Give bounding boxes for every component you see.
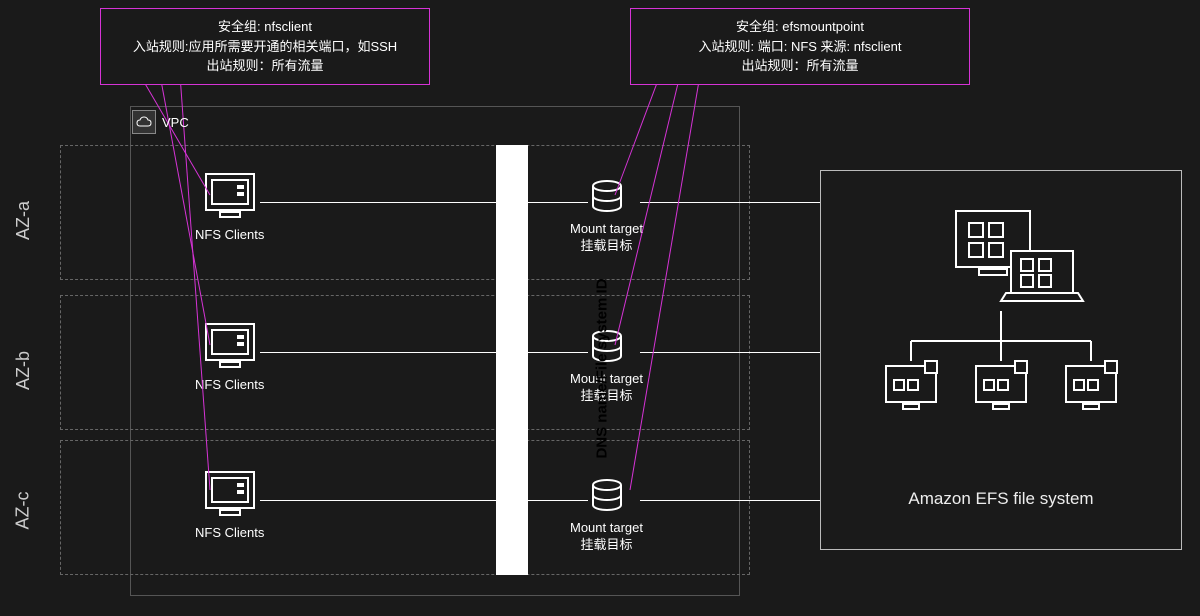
az-label-a: AZ-a xyxy=(13,201,34,240)
mount-target-a: Mount target 挂载目标 xyxy=(570,178,643,255)
callout-line: 安全组: nfsclient xyxy=(117,17,413,37)
callout-efsmountpoint: 安全组: efsmountpoint 入站规则: 端口: NFS 来源: nfs… xyxy=(630,8,970,85)
callout-nfsclient: 安全组: nfsclient 入站规则:应用所需要开通的相关端口，如SSH 出站… xyxy=(100,8,430,85)
cloud-icon xyxy=(132,110,156,134)
efs-filesystem-icon xyxy=(861,201,1141,441)
callout-line: 出站规则：所有流量 xyxy=(647,56,953,76)
az-label-c: AZ-c xyxy=(13,492,34,530)
dns-label: DNS name/File system ID xyxy=(594,278,611,458)
line-mt-efs-b xyxy=(640,352,820,353)
efs-box: Amazon EFS file system xyxy=(820,170,1182,550)
vpc-text: VPC xyxy=(162,115,189,130)
az-box-c xyxy=(60,440,750,575)
callout-line: 出站规则：所有流量 xyxy=(117,56,413,76)
database-icon xyxy=(570,477,643,520)
line-client-dns-a xyxy=(260,202,496,203)
nfs-client-b: NFS Clients xyxy=(195,322,264,392)
mount-target-label: Mount target xyxy=(570,520,643,537)
computer-icon xyxy=(195,322,264,375)
callout-line: 安全组: efsmountpoint xyxy=(647,17,953,37)
mount-target-c: Mount target 挂载目标 xyxy=(570,477,643,554)
nfs-client-label: NFS Clients xyxy=(195,525,264,540)
mount-target-sublabel: 挂载目标 xyxy=(570,537,643,554)
dns-bar xyxy=(496,145,528,575)
nfs-client-label: NFS Clients xyxy=(195,227,264,242)
vpc-label: VPC xyxy=(132,110,189,134)
line-client-dns-c xyxy=(260,500,496,501)
database-icon xyxy=(570,178,643,221)
computer-icon xyxy=(195,470,264,523)
callout-line: 入站规则: 端口: NFS 来源: nfsclient xyxy=(647,37,953,57)
mount-target-label: Mount target xyxy=(570,221,643,238)
line-mt-efs-c xyxy=(640,500,820,501)
nfs-client-a: NFS Clients xyxy=(195,172,264,242)
callout-line: 入站规则:应用所需要开通的相关端口，如SSH xyxy=(117,37,413,57)
az-label-b: AZ-b xyxy=(13,351,34,390)
mount-target-sublabel: 挂载目标 xyxy=(570,238,643,255)
computer-icon xyxy=(195,172,264,225)
az-box-a xyxy=(60,145,750,280)
line-client-dns-b xyxy=(260,352,496,353)
efs-title: Amazon EFS file system xyxy=(908,489,1093,509)
line-mt-efs-a xyxy=(640,202,820,203)
nfs-client-c: NFS Clients xyxy=(195,470,264,540)
nfs-client-label: NFS Clients xyxy=(195,377,264,392)
az-box-b xyxy=(60,295,750,430)
